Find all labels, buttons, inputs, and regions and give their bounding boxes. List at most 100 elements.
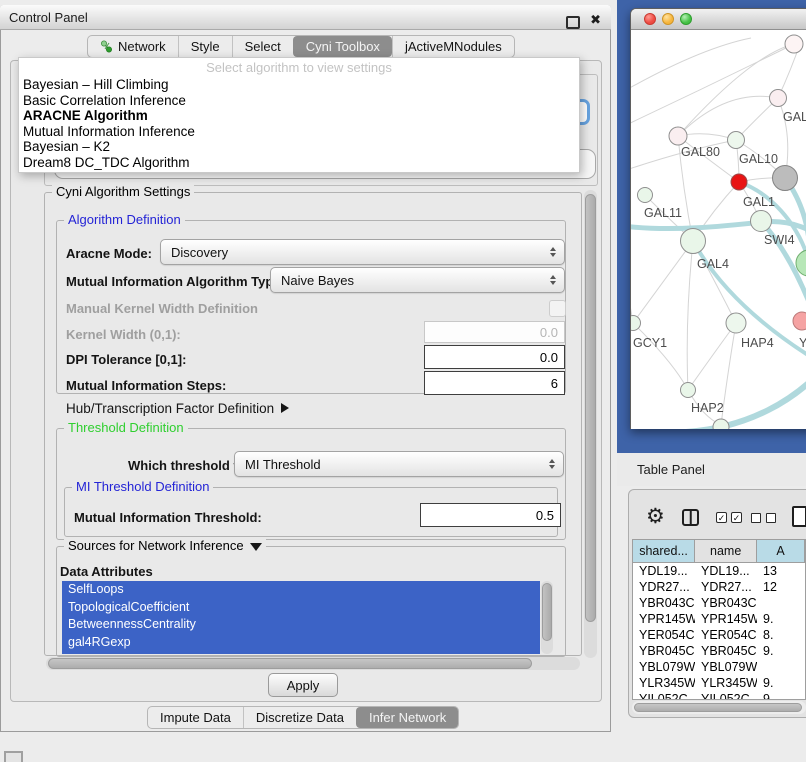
mi-type-select[interactable]: Naive Bayes [270,267,565,293]
float-window-icon[interactable] [566,16,580,29]
node-gal10[interactable] [728,132,745,149]
mi-type-label: Mutual Information Algorithm Type: [66,274,285,289]
settings-hscrollbar-thumb[interactable] [48,658,532,669]
zoom-traffic-light-icon[interactable] [680,13,692,25]
network-canvas[interactable]: GAL GAL80 GAL10 GAL1 GAL11 SWI4 GAL4 GCY… [631,30,806,429]
stepper-arrows-icon [550,247,556,257]
tab-style[interactable]: Style [178,36,232,57]
mi-steps-input[interactable]: 6 [424,371,565,395]
table-row[interactable]: YBL079W YBL079W [633,659,805,675]
columns-icon[interactable] [682,509,699,526]
node-gal-partial[interactable] [770,90,787,107]
node-gal1-selected[interactable] [731,174,747,190]
table-row[interactable]: YLR345W YLR345W 9. [633,675,805,691]
dropdown-item[interactable]: Basic Correlation Inference [19,93,579,109]
table-row[interactable]: YDL19... YDL19... 13 [633,563,805,579]
table-row[interactable]: YIL052C YIL052C 9 [633,691,805,700]
apply-button[interactable]: Apply [268,673,338,697]
minimize-traffic-light-icon[interactable] [662,13,674,25]
which-threshold-select[interactable]: MI Threshold [234,451,564,477]
node[interactable] [713,419,729,429]
dropdown-item[interactable]: Mutual Information Inference [19,124,579,140]
table-row[interactable]: YPR145W YPR145W 9. [633,611,805,627]
node-label: GAL [783,110,806,124]
checked-box-icon[interactable]: ✓ [716,512,727,523]
list-vscrollbar-track[interactable] [541,581,553,654]
control-panel-titlebar[interactable]: Control Panel ✖ [0,5,611,30]
table-hscrollbar-thumb[interactable] [634,703,802,712]
tab-cyni-toolbox[interactable]: Cyni Toolbox [293,36,392,57]
data-attributes-list[interactable]: SelfLoops TopologicalCoefficient Between… [62,581,540,654]
node-label: HAP2 [691,401,724,415]
close-icon[interactable]: ✖ [590,12,601,28]
stepper-arrows-icon [550,275,556,285]
list-item[interactable]: TopologicalCoefficient [62,599,540,617]
settings-vscrollbar-thumb[interactable] [585,194,596,622]
node-hap4[interactable] [726,313,746,333]
node-swi4[interactable] [751,211,772,232]
unchecked-box-icon[interactable] [751,513,761,523]
expand-right-icon [281,403,289,413]
node-gal4[interactable] [681,229,706,254]
mi-threshold-definition-title: MI Threshold Definition [72,480,213,494]
dpi-tolerance-input[interactable]: 0.0 [424,345,565,369]
tab-infer-network[interactable]: Infer Network [356,707,458,728]
network-window-titlebar[interactable] [631,9,806,30]
settings-vscrollbar-track[interactable] [584,190,597,658]
unchecked-box-icon[interactable] [766,513,776,523]
node-pink[interactable] [793,312,806,330]
column-header-name[interactable]: name [695,540,757,562]
table-hscrollbar-track[interactable] [632,701,806,714]
kernel-width-input[interactable]: 0.0 [424,321,565,343]
table-row[interactable]: YER054C YER054C 8. [633,627,805,643]
network-view-window: GAL GAL80 GAL10 GAL1 GAL11 SWI4 GAL4 GCY… [630,8,806,429]
list-vscrollbar-thumb[interactable] [542,583,552,641]
node-table: shared... name A YDL19... YDL19... 13 YD… [632,539,806,700]
close-traffic-light-icon[interactable] [644,13,656,25]
data-attributes-label: Data Attributes [60,564,153,579]
tab-impute-data[interactable]: Impute Data [148,707,243,728]
tab-select[interactable]: Select [232,36,293,57]
settings-hscrollbar-track[interactable] [46,657,580,670]
table-row[interactable]: YDR27... YDR27... 12 [633,579,805,595]
node-hap2[interactable] [681,383,696,398]
column-header-shared-name[interactable]: shared... [633,540,695,562]
node-gal80[interactable] [669,127,687,145]
column-header-partial[interactable]: A [757,540,805,562]
manual-kernel-checkbox[interactable] [549,300,566,317]
dropdown-item[interactable]: Bayesian – K2 [19,139,579,155]
sources-title[interactable]: Sources for Network Inference [64,539,266,553]
node-label: SWI4 [764,233,795,247]
tab-network[interactable]: Network [88,36,178,57]
aracne-mode-select[interactable]: Discovery [160,239,565,265]
table-row[interactable]: YBR043C YBR043C [633,595,805,611]
dpi-tolerance-label: DPI Tolerance [0,1]: [66,352,186,367]
tab-discretize-data[interactable]: Discretize Data [243,707,356,728]
mi-threshold-input[interactable]: 0.5 [420,503,561,527]
cyni-algorithm-settings-title: Cyni Algorithm Settings [52,185,194,199]
hub-definition-toggle[interactable]: Hub/Transcription Factor Definition [66,401,289,416]
mi-steps-label: Mutual Information Steps: [66,378,226,393]
list-item[interactable]: BetweennessCentrality [62,616,540,634]
node-gcy1[interactable] [631,316,641,331]
checked-box-icon[interactable]: ✓ [731,512,742,523]
table-panel-titlebar[interactable]: Table Panel [617,453,806,486]
node-label: GCY1 [633,336,667,350]
mi-threshold-label: Mutual Information Threshold: [74,510,262,525]
dropdown-item[interactable]: Bayesian – Hill Climbing [19,77,579,93]
table-header-row: shared... name A [633,540,805,563]
node[interactable] [785,35,803,53]
list-item[interactable]: gal4RGexp [62,634,540,652]
document-icon[interactable] [792,506,806,527]
aracne-mode-label: Aracne Mode: [66,246,152,261]
table-row[interactable]: YBR045C YBR045C 9. [633,643,805,659]
dropdown-item[interactable]: Dream8 DC_TDC Algorithm [19,155,579,171]
gear-icon[interactable]: ⚙ [646,506,665,526]
tab-jactivemnodules[interactable]: jActiveMNodules [392,36,514,57]
list-item[interactable]: SelfLoops [62,581,540,599]
node-gal11[interactable] [638,188,653,203]
control-panel-tabbar: Network Style Select Cyni Toolbox jActiv… [87,35,515,58]
dropdown-item-aracne[interactable]: ARACNE Algorithm [19,108,579,124]
algorithm-dropdown-popup: Select algorithm to view settings Bayesi… [18,57,580,173]
node-gray[interactable] [773,166,798,191]
